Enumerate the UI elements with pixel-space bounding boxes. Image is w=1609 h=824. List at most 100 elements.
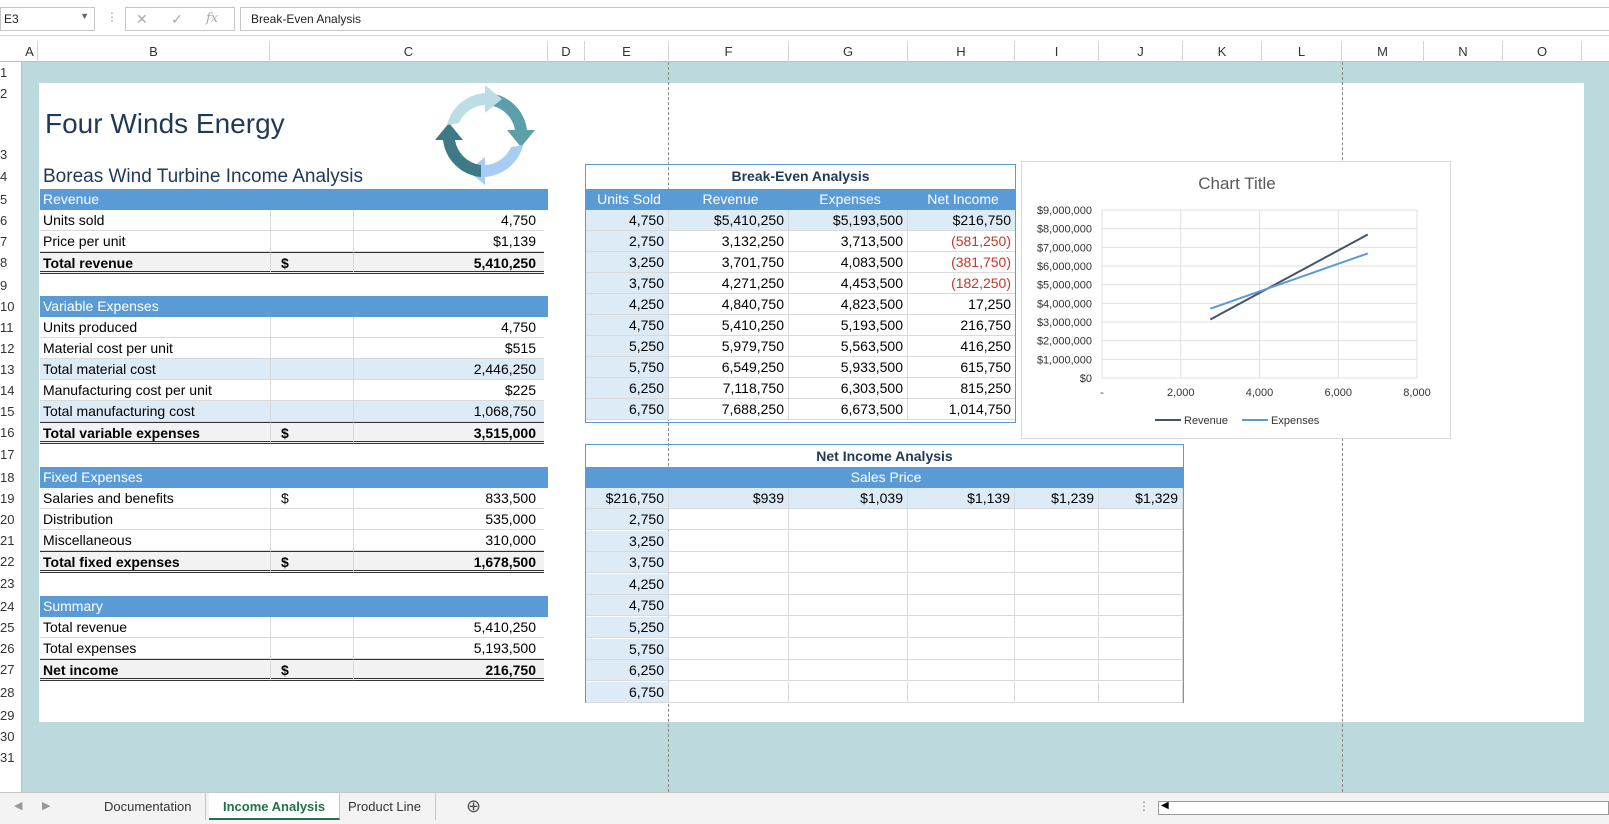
row-header[interactable]: 8 <box>0 252 22 273</box>
break-even-cell[interactable]: 4,453,500 <box>789 273 908 294</box>
row-header[interactable]: 1 <box>0 62 22 83</box>
break-even-cell[interactable]: 3,750 <box>586 273 669 294</box>
break-even-cell[interactable]: $216,750 <box>908 210 1015 231</box>
net-income-cell[interactable] <box>1099 681 1183 703</box>
caret-left-icon[interactable]: ◀ <box>1161 800 1169 811</box>
break-even-cell[interactable]: 3,250 <box>586 252 669 273</box>
row-header[interactable]: 9 <box>0 275 22 296</box>
net-income-cell[interactable] <box>789 595 908 617</box>
column-header[interactable]: A <box>22 41 38 62</box>
sales-price-cell[interactable]: $939 <box>669 488 789 509</box>
units-cell[interactable]: 3,750 <box>586 552 669 574</box>
break-even-cell[interactable]: 4,750 <box>586 210 669 231</box>
break-even-cell[interactable]: 6,303,500 <box>789 378 908 399</box>
row-header[interactable]: 22 <box>0 551 22 572</box>
fixed-expense-value[interactable]: 833,500 <box>354 488 544 509</box>
cell[interactable] <box>271 359 354 380</box>
caret-right-icon[interactable]: ▶ <box>42 799 50 812</box>
row-header[interactable]: 11 <box>0 317 22 338</box>
row-header[interactable]: 14 <box>0 380 22 401</box>
units-sold-value[interactable]: 4,750 <box>354 210 544 231</box>
net-income-cell[interactable] <box>1015 573 1099 595</box>
net-income-cell[interactable] <box>1099 509 1183 530</box>
column-header[interactable]: C <box>270 41 548 62</box>
row-header[interactable]: 2 <box>0 83 22 104</box>
sheet-tab[interactable]: Product Line <box>334 793 436 820</box>
row-header[interactable]: 25 <box>0 617 22 638</box>
cancel-icon[interactable]: ✕ <box>136 11 148 28</box>
net-income-cell[interactable] <box>1015 530 1099 552</box>
break-even-cell[interactable]: 5,250 <box>586 336 669 357</box>
row-header[interactable]: 6 <box>0 210 22 231</box>
net-income-cell[interactable] <box>669 552 789 574</box>
net-income-cell[interactable] <box>1099 573 1183 595</box>
break-even-cell[interactable]: 6,673,500 <box>789 399 908 420</box>
break-even-chart[interactable]: Chart Title $0 $1,000,000 $2,000,000 $3,000,… <box>1021 161 1451 439</box>
net-income-cell[interactable] <box>908 552 1015 574</box>
break-even-cell[interactable]: 416,250 <box>908 336 1015 357</box>
column-header[interactable]: G <box>789 41 908 62</box>
units-cell[interactable]: 4,750 <box>586 595 669 617</box>
net-income-cell[interactable] <box>908 573 1015 595</box>
sales-price-cell[interactable]: $1,329 <box>1099 488 1183 509</box>
break-even-cell[interactable]: 4,271,250 <box>669 273 789 294</box>
name-box[interactable]: E3 ▼ <box>0 7 95 31</box>
function-icon[interactable]: fx <box>206 11 218 26</box>
net-income-cell[interactable] <box>669 509 789 530</box>
break-even-cell[interactable]: 815,250 <box>908 378 1015 399</box>
net-income-cell[interactable] <box>789 509 908 530</box>
break-even-cell[interactable]: 6,250 <box>586 378 669 399</box>
row-header[interactable]: 4 <box>0 166 22 187</box>
net-income-cell[interactable] <box>908 638 1015 660</box>
net-income-cell[interactable] <box>1015 595 1099 617</box>
cell[interactable] <box>271 231 354 252</box>
column-header[interactable]: F <box>669 41 789 62</box>
break-even-cell[interactable]: 1,014,750 <box>908 399 1015 420</box>
net-income-cell[interactable] <box>908 595 1015 617</box>
break-even-cell[interactable]: 615,750 <box>908 357 1015 378</box>
net-income-cell[interactable] <box>1015 638 1099 660</box>
break-even-cell[interactable]: 5,750 <box>586 357 669 378</box>
cell[interactable] <box>271 401 354 422</box>
variable-expense-value[interactable]: 2,446,250 <box>354 359 544 380</box>
column-header[interactable]: H <box>908 41 1015 62</box>
fixed-expense-value[interactable]: 535,000 <box>354 509 544 530</box>
units-cell[interactable]: 6,750 <box>586 681 669 703</box>
units-cell[interactable]: 2,750 <box>586 509 669 530</box>
break-even-cell[interactable]: 5,979,750 <box>669 336 789 357</box>
break-even-cell[interactable]: 2,750 <box>586 231 669 252</box>
break-even-cell[interactable]: 7,118,750 <box>669 378 789 399</box>
row-header[interactable]: 30 <box>0 726 22 747</box>
cell[interactable] <box>271 317 354 338</box>
break-even-cell[interactable]: (381,750) <box>908 252 1015 273</box>
row-header[interactable]: 29 <box>0 705 22 726</box>
break-even-cell[interactable]: 5,563,500 <box>789 336 908 357</box>
net-income-value[interactable]: 216,750 <box>354 659 544 681</box>
fixed-expense-dollar[interactable] <box>271 530 354 551</box>
price-value[interactable]: $1,139 <box>354 231 544 252</box>
break-even-cell[interactable]: 7,688,250 <box>669 399 789 420</box>
net-income-cell[interactable] <box>1015 509 1099 530</box>
cell[interactable] <box>271 210 354 231</box>
net-income-cell[interactable] <box>1099 638 1183 660</box>
break-even-cell[interactable]: 4,250 <box>586 294 669 315</box>
cell[interactable] <box>271 617 354 638</box>
summary-value[interactable]: 5,193,500 <box>354 638 544 659</box>
formula-input[interactable]: Break-Even Analysis <box>240 7 1609 31</box>
net-income-cell[interactable] <box>789 660 908 682</box>
row-header[interactable]: 10 <box>0 296 22 317</box>
more-dots-icon[interactable]: ⋮ <box>106 10 118 24</box>
units-cell[interactable]: 5,250 <box>586 617 669 638</box>
chevron-down-icon[interactable]: ▼ <box>80 11 89 21</box>
net-income-cell[interactable] <box>789 617 908 638</box>
row-header[interactable]: 12 <box>0 338 22 359</box>
net-income-cell[interactable] <box>669 617 789 638</box>
sales-price-cell[interactable]: $1,239 <box>1015 488 1099 509</box>
column-header[interactable]: D <box>548 41 585 62</box>
net-income-cell[interactable] <box>789 530 908 552</box>
row-header[interactable]: 13 <box>0 359 22 380</box>
net-income-cell[interactable] <box>1099 595 1183 617</box>
units-cell[interactable]: 6,250 <box>586 660 669 682</box>
cell[interactable] <box>271 338 354 359</box>
cell[interactable] <box>271 638 354 659</box>
